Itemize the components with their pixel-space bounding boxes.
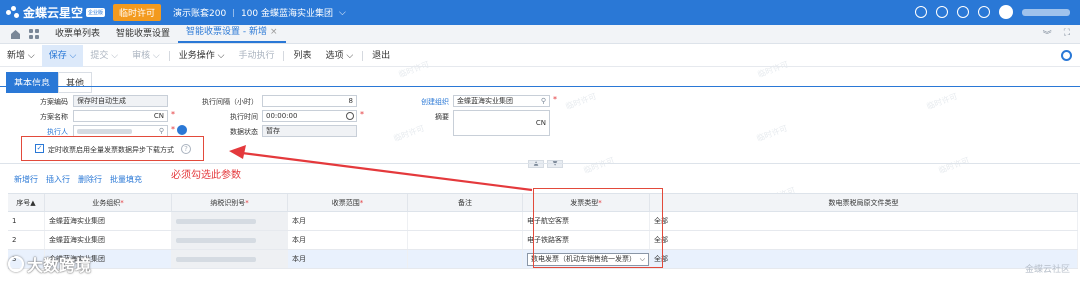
- batch-fill-button[interactable]: 批量填充: [110, 174, 142, 185]
- delete-row-button[interactable]: 删除行: [78, 174, 102, 185]
- cell-tax-blurred: [172, 231, 288, 249]
- cell-tax-blurred: [172, 212, 288, 230]
- community-watermark: 金蝶云社区: [1024, 265, 1070, 275]
- insert-row-button[interactable]: 插入行: [46, 174, 70, 185]
- cell-file-type[interactable]: 全部: [650, 212, 1078, 230]
- cell-tax-blurred: [172, 250, 288, 268]
- highlight-box: [533, 188, 663, 268]
- col-range: 收票范围*: [288, 194, 408, 211]
- col-org-label: 业务组织: [92, 199, 121, 207]
- col-range-label: 收票范围: [331, 199, 360, 207]
- cell-seq: 2: [8, 231, 45, 249]
- cell-seq: 1: [8, 212, 45, 230]
- entry-toolbar: 新增行 插入行 删除行 批量填充: [14, 174, 142, 185]
- cell-range[interactable]: 本月: [288, 231, 408, 249]
- footer-brand: 大数跨境: [8, 252, 91, 276]
- brand-logo-icon: [8, 256, 24, 272]
- col-tax-label: 纳税识别号: [210, 199, 246, 207]
- cell-note[interactable]: [408, 231, 523, 249]
- col-file-type: 数电票税局原文件类型: [650, 194, 1078, 211]
- cell-range[interactable]: 本月: [288, 212, 408, 230]
- cell-note[interactable]: [408, 250, 523, 268]
- cell-range[interactable]: 本月: [288, 250, 408, 268]
- cell-org[interactable]: 金蝶蓝海实业集团: [45, 231, 172, 249]
- footer-brand-text: 大数跨境: [27, 256, 92, 275]
- col-note: 备注: [408, 194, 523, 211]
- cell-file-type[interactable]: 全部: [650, 231, 1078, 249]
- col-tax: 纳税识别号*: [172, 194, 288, 211]
- required-mark: *: [245, 199, 249, 207]
- col-org: 业务组织*: [45, 194, 172, 211]
- required-mark: *: [359, 199, 364, 207]
- cell-note[interactable]: [408, 212, 523, 230]
- cell-file-type[interactable]: 全部: [650, 250, 1078, 268]
- cell-org[interactable]: 金蝶蓝海实业集团: [45, 212, 172, 230]
- required-mark: *: [120, 199, 124, 207]
- add-row-button[interactable]: 新增行: [14, 174, 38, 185]
- col-seq[interactable]: 序号▲: [8, 194, 45, 211]
